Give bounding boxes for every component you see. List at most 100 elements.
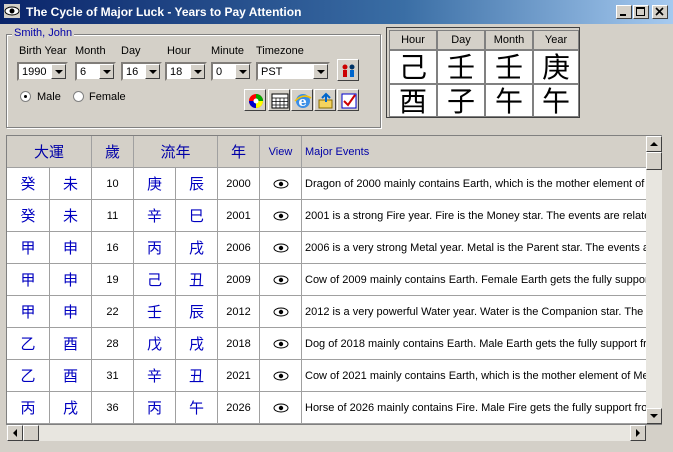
arrow-left-icon <box>13 429 17 437</box>
four-pillars-panel: Hour Day Month Year 己 壬 壬 庚 酉 子 午 午 <box>386 27 580 118</box>
eye-icon[interactable] <box>273 371 289 381</box>
cell-year-stem: 丙 <box>134 392 176 424</box>
pillar-header-hour: Hour <box>389 30 437 50</box>
birth-year-select[interactable]: 1990 <box>17 62 68 81</box>
arrow-right-icon <box>636 429 640 437</box>
horizontal-scrollbar[interactable] <box>7 425 646 441</box>
cell-year: 2000 <box>218 168 260 200</box>
minute-label: Minute <box>211 45 245 57</box>
cell-luck-branch: 未 <box>50 200 92 232</box>
cell-luck-stem: 癸 <box>7 200 50 232</box>
chevron-down-icon[interactable] <box>99 64 114 79</box>
color-wheel-button[interactable] <box>244 89 266 111</box>
cell-view[interactable] <box>260 264 302 296</box>
cell-view[interactable] <box>260 200 302 232</box>
pillar-stem-month: 壬 <box>485 50 533 84</box>
header-age[interactable]: 歲 <box>92 136 134 168</box>
scroll-down-button[interactable] <box>646 408 662 424</box>
header-view[interactable]: View <box>260 136 302 168</box>
pillar-branch-day: 子 <box>437 84 485 118</box>
cell-luck-branch: 申 <box>50 296 92 328</box>
color-wheel-icon <box>249 94 263 108</box>
pillar-header-year: Year <box>533 30 579 50</box>
minimize-button[interactable] <box>616 5 632 19</box>
cell-event: Dog of 2018 mainly contains Earth. Male … <box>302 328 647 360</box>
eye-icon[interactable] <box>273 339 289 349</box>
cell-year: 2026 <box>218 392 260 424</box>
chevron-down-icon[interactable] <box>145 64 160 79</box>
header-year[interactable]: 年 <box>218 136 260 168</box>
birth-year-label: Birth Year <box>19 45 67 57</box>
cell-year: 2009 <box>218 264 260 296</box>
major-luck-table[interactable]: 大運 歲 流年 年 View Major Events 癸未 10 庚辰 2000 Dr… <box>6 135 662 425</box>
calendar-button[interactable] <box>268 89 290 111</box>
cell-year-branch: 丑 <box>176 264 218 296</box>
scroll-up-button[interactable] <box>646 136 662 152</box>
chevron-down-icon[interactable] <box>313 64 328 79</box>
header-major-luck[interactable]: 大運 <box>7 136 92 168</box>
minute-select[interactable]: 0 <box>211 62 252 81</box>
cell-view[interactable] <box>260 392 302 424</box>
scroll-left-button[interactable] <box>7 425 23 441</box>
cell-luck-branch: 酉 <box>50 328 92 360</box>
day-select[interactable]: 16 <box>121 62 162 81</box>
female-radio[interactable] <box>73 91 84 102</box>
pillar-header-month: Month <box>485 30 533 50</box>
cell-view[interactable] <box>260 328 302 360</box>
day-label: Day <box>121 45 141 57</box>
horizontal-scroll-thumb[interactable] <box>23 425 39 441</box>
checklist-button[interactable] <box>337 89 359 111</box>
chevron-down-icon[interactable] <box>51 64 66 79</box>
cell-year-branch: 戌 <box>176 232 218 264</box>
cell-view[interactable] <box>260 296 302 328</box>
cell-luck-stem: 甲 <box>7 232 50 264</box>
close-icon <box>655 7 664 16</box>
eye-icon[interactable] <box>273 179 289 189</box>
timezone-select[interactable]: PST <box>256 62 330 81</box>
cell-luck-stem: 丙 <box>7 392 50 424</box>
hour-select[interactable]: 18 <box>165 62 207 81</box>
cell-luck-stem: 乙 <box>7 360 50 392</box>
cell-luck-stem: 乙 <box>7 328 50 360</box>
header-flowing-year[interactable]: 流年 <box>134 136 218 168</box>
cell-year: 2001 <box>218 200 260 232</box>
timezone-label: Timezone <box>256 45 304 57</box>
cell-age: 22 <box>92 296 134 328</box>
male-radio[interactable] <box>20 91 31 102</box>
header-events[interactable]: Major Events <box>302 136 647 168</box>
cell-age: 31 <box>92 360 134 392</box>
eye-icon[interactable] <box>273 275 289 285</box>
cell-age: 11 <box>92 200 134 232</box>
cell-age: 16 <box>92 232 134 264</box>
arrow-down-icon <box>650 414 658 418</box>
chevron-down-icon[interactable] <box>235 64 250 79</box>
female-label: Female <box>89 91 126 103</box>
eye-icon[interactable] <box>273 403 289 413</box>
cell-luck-stem: 甲 <box>7 296 50 328</box>
cell-year-stem: 辛 <box>134 200 176 232</box>
cell-year: 2006 <box>218 232 260 264</box>
cell-year-stem: 丙 <box>134 232 176 264</box>
month-label: Month <box>75 45 106 57</box>
scroll-right-button[interactable] <box>630 425 646 441</box>
title-bar[interactable]: The Cycle of Major Luck - Years to Pay A… <box>0 0 673 24</box>
cell-year-branch: 丑 <box>176 360 218 392</box>
vertical-scroll-thumb[interactable] <box>646 152 662 170</box>
eye-icon[interactable] <box>273 211 289 221</box>
browser-button[interactable]: e <box>291 89 313 111</box>
export-button[interactable] <box>314 89 336 111</box>
maximize-button[interactable] <box>633 5 649 19</box>
eye-icon[interactable] <box>273 307 289 317</box>
vertical-scrollbar[interactable] <box>646 136 662 424</box>
month-select[interactable]: 6 <box>75 62 116 81</box>
eye-icon[interactable] <box>273 243 289 253</box>
close-button[interactable] <box>652 5 668 19</box>
cell-event: 2006 is a very strong Metal year. Metal … <box>302 232 647 264</box>
cell-event: 2001 is a strong Fire year. Fire is the … <box>302 200 647 232</box>
cell-view[interactable] <box>260 168 302 200</box>
people-button[interactable] <box>337 59 359 81</box>
chevron-down-icon[interactable] <box>190 64 205 79</box>
hour-label: Hour <box>167 45 191 57</box>
cell-view[interactable] <box>260 232 302 264</box>
cell-view[interactable] <box>260 360 302 392</box>
